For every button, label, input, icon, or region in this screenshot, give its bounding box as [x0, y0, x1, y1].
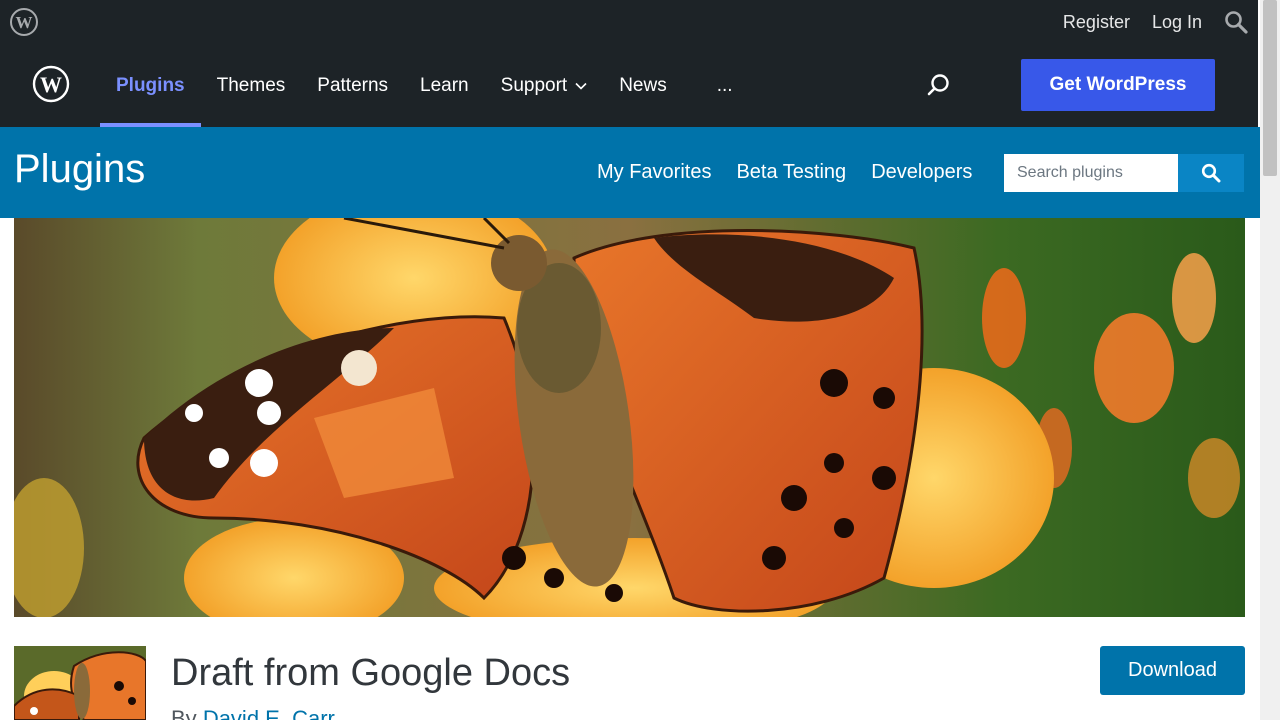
search-input[interactable]	[1004, 154, 1178, 192]
plugin-icon	[14, 646, 146, 720]
butterfly-thumbnail-image	[14, 646, 146, 720]
nav-item-learn[interactable]: Learn	[404, 44, 485, 127]
search-icon[interactable]	[926, 72, 952, 98]
main-navigation: W Plugins Themes Patterns Learn Support …	[0, 44, 1258, 127]
register-link[interactable]: Register	[1063, 12, 1130, 33]
nav-item-themes[interactable]: Themes	[201, 44, 302, 127]
nav-item-plugins[interactable]: Plugins	[100, 44, 201, 127]
chevron-down-icon	[575, 82, 587, 90]
plugin-banner	[14, 218, 1245, 617]
plugins-header: Plugins My Favorites Beta Testing Develo…	[0, 127, 1260, 218]
scrollbar-thumb[interactable]	[1263, 0, 1277, 176]
scrollbar[interactable]	[1260, 0, 1280, 720]
download-button[interactable]: Download	[1100, 646, 1245, 695]
author-link[interactable]: David E. Carr	[203, 706, 335, 720]
get-wordpress-button[interactable]: Get WordPress	[1021, 59, 1215, 111]
search-icon[interactable]	[1224, 10, 1248, 34]
admin-bar: W Register Log In	[0, 0, 1258, 44]
butterfly-banner-image	[14, 218, 1245, 617]
plugin-search	[1004, 154, 1244, 192]
nav-item-news[interactable]: News	[603, 44, 683, 127]
plugin-title: Draft from Google Docs	[171, 652, 571, 694]
nav-item-support[interactable]: Support	[485, 44, 604, 127]
nav-menu: Plugins Themes Patterns Learn Support Ne…	[100, 44, 749, 127]
link-developers[interactable]: Developers	[871, 161, 972, 184]
nav-item-more[interactable]: ...	[683, 44, 749, 127]
svg-text:W: W	[40, 72, 62, 97]
svg-text:W: W	[16, 13, 33, 32]
search-icon	[1201, 163, 1221, 183]
plugins-subnav: My Favorites Beta Testing Developers	[597, 127, 972, 218]
byline-prefix: By	[171, 706, 197, 720]
search-button[interactable]	[1178, 154, 1244, 192]
section-title[interactable]: Plugins	[14, 147, 145, 192]
nav-item-patterns[interactable]: Patterns	[301, 44, 404, 127]
link-beta-testing[interactable]: Beta Testing	[736, 161, 846, 184]
wordpress-logo-icon[interactable]: W	[9, 7, 39, 37]
login-link[interactable]: Log In	[1152, 12, 1202, 33]
wordpress-logo-icon[interactable]: W	[32, 65, 70, 103]
link-my-favorites[interactable]: My Favorites	[597, 161, 711, 184]
plugin-byline: By David E. Carr	[171, 706, 335, 720]
